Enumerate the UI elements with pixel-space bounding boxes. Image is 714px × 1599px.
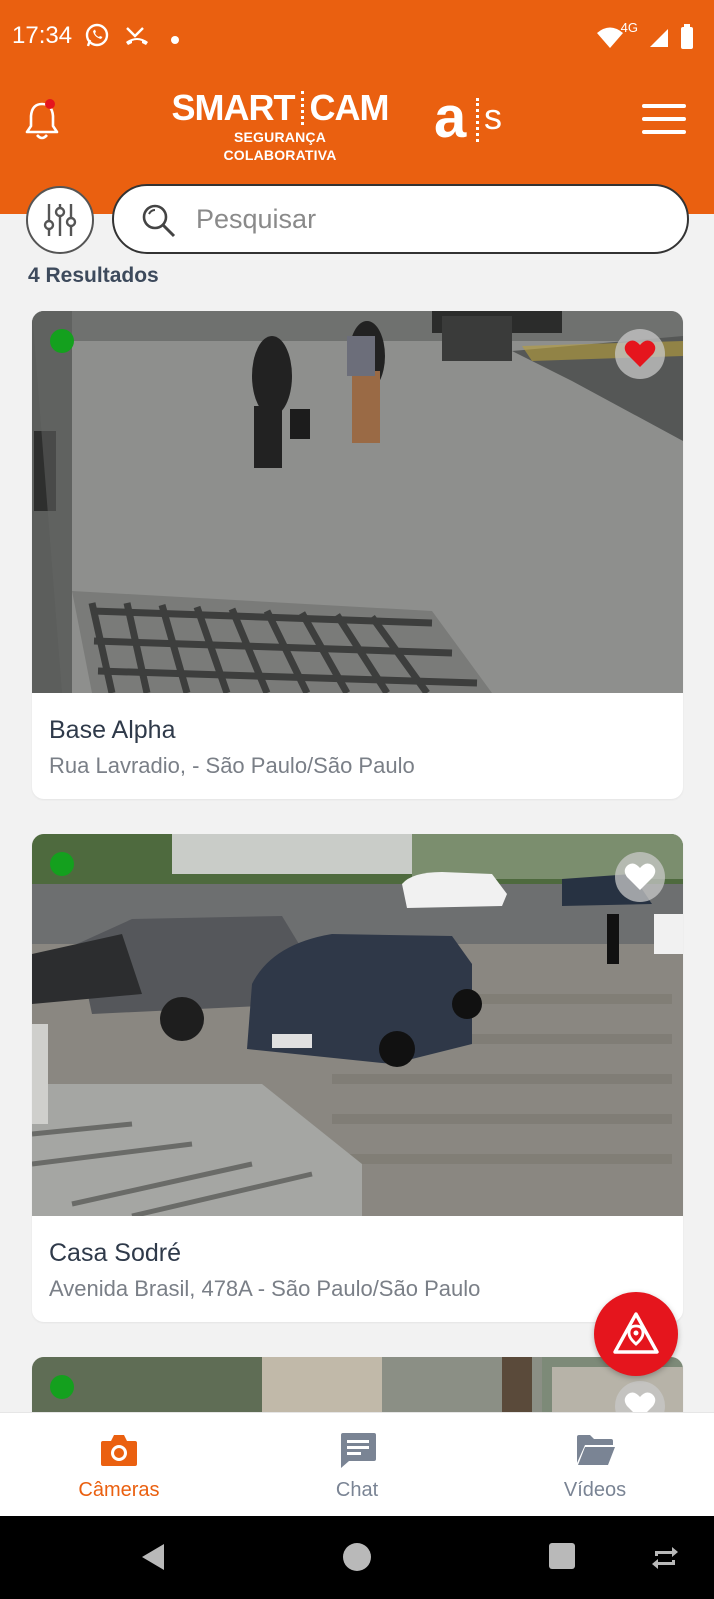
online-status-indicator <box>50 1375 74 1399</box>
camera-card[interactable] <box>32 1357 683 1417</box>
camera-title: Base Alpha <box>49 716 176 744</box>
missed-call-icon <box>124 22 150 52</box>
rotate-icon[interactable] <box>650 1546 680 1574</box>
signal-icon <box>648 26 670 52</box>
logo-title-left: SMART <box>171 87 296 128</box>
chat-icon <box>337 1431 377 1473</box>
camera-preview <box>32 1357 683 1417</box>
notifications-bell-icon[interactable] <box>22 98 62 142</box>
camera-title: Casa Sodré <box>49 1239 182 1267</box>
camera-address: Rua Lavradio, - São Paulo/São Paulo <box>49 753 415 778</box>
smartcam-logo: SMART CAM SEGURANÇA COLABORATIVA <box>172 88 390 164</box>
back-icon[interactable] <box>138 1542 166 1576</box>
sliders-icon <box>43 204 77 236</box>
alert-location-icon <box>613 1312 659 1354</box>
nav-label-cameras: Câmeras <box>78 1479 160 1501</box>
nav-label-videos: Vídeos <box>563 1479 627 1501</box>
notification-dot-icon <box>170 30 180 49</box>
camera-preview <box>32 834 683 1216</box>
filter-button[interactable] <box>26 186 94 254</box>
search-icon <box>140 202 178 244</box>
folder-icon <box>575 1431 617 1473</box>
camera-card[interactable]: Base Alpha Rua Lavradio, - São Paulo/São… <box>32 311 683 799</box>
partner-logo: a s <box>434 89 514 150</box>
camera-preview <box>32 311 683 693</box>
partner-logo-a: a <box>434 85 467 150</box>
status-time: 17:34 <box>12 22 73 49</box>
logo-subtitle: SEGURANÇA COLABORATIVA <box>223 129 337 163</box>
network-type: 4G <box>620 20 638 35</box>
nav-tab-cameras[interactable]: Câmeras <box>0 1413 238 1517</box>
home-icon[interactable] <box>342 1542 372 1576</box>
results-count: 4 Resultados <box>28 264 159 287</box>
app-header: 17:34 4G SMART CAM SEGURANÇA COLABORATIV… <box>0 0 714 214</box>
battery-icon <box>680 24 694 54</box>
favorite-heart-icon[interactable] <box>615 852 665 902</box>
camera-icon <box>99 1431 139 1473</box>
search-input[interactable]: Pesquisar <box>112 184 689 254</box>
search-placeholder: Pesquisar <box>196 204 317 234</box>
online-status-indicator <box>50 852 74 876</box>
recents-icon[interactable] <box>548 1542 576 1574</box>
hamburger-menu-icon[interactable] <box>642 104 686 134</box>
bottom-navigation: Câmeras Chat Vídeos <box>0 1412 714 1516</box>
camera-card[interactable]: Casa Sodré Avenida Brasil, 478A - São Pa… <box>32 834 683 1322</box>
system-navigation-bar <box>0 1516 714 1599</box>
nav-label-chat: Chat <box>335 1479 379 1501</box>
nav-tab-chat[interactable]: Chat <box>238 1413 476 1517</box>
favorite-heart-icon[interactable] <box>615 329 665 379</box>
sos-alert-button[interactable] <box>594 1292 678 1376</box>
status-bar: 17:34 4G <box>0 18 714 58</box>
partner-logo-s: s <box>484 96 502 137</box>
camera-address: Avenida Brasil, 478A - São Paulo/São Pau… <box>49 1276 481 1301</box>
logo-title-right: CAM <box>309 87 390 128</box>
whatsapp-icon <box>84 22 110 52</box>
nav-tab-videos[interactable]: Vídeos <box>476 1413 714 1517</box>
online-status-indicator <box>50 329 74 353</box>
